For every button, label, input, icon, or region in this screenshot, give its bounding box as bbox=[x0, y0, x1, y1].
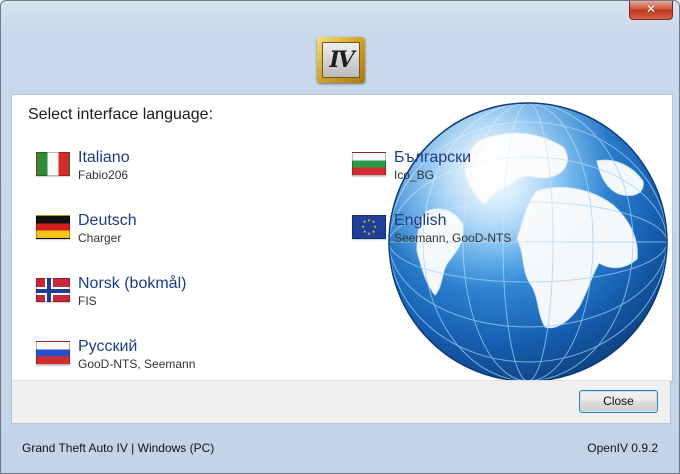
close-button[interactable]: Close bbox=[579, 390, 658, 413]
close-icon: ✕ bbox=[645, 2, 657, 16]
window-close-button[interactable]: ✕ bbox=[629, 1, 673, 20]
language-option-bulgarian[interactable]: Български Ico_BG bbox=[352, 148, 471, 183]
translator-credit: Seemann, GooD-NTS bbox=[394, 231, 512, 245]
version-label: OpenIV 0.9.2 bbox=[587, 441, 658, 455]
language-name: Deutsch bbox=[78, 212, 137, 229]
language-option-deutsch[interactable]: Deutsch Charger bbox=[36, 211, 137, 246]
language-name: Norsk (bokmål) bbox=[78, 275, 187, 292]
norway-flag-icon bbox=[36, 278, 70, 302]
germany-flag-icon bbox=[36, 215, 70, 239]
translator-credit: Ico_BG bbox=[394, 168, 435, 182]
russia-flag-icon bbox=[36, 341, 70, 365]
language-name: English bbox=[394, 212, 447, 229]
svg-text:★: ★ bbox=[367, 218, 371, 223]
page-title: Select interface language: bbox=[28, 106, 214, 123]
language-option-english[interactable]: ★ ★ ★ ★ ★ ★ ★ ★ English Seemann, GooD-NT… bbox=[352, 211, 511, 246]
translator-credit: FIS bbox=[78, 294, 97, 308]
logo-text: IV bbox=[322, 42, 360, 78]
language-name: Italiano bbox=[78, 149, 130, 166]
eu-flag-icon: ★ ★ ★ ★ ★ ★ ★ ★ bbox=[352, 215, 386, 239]
language-name: Български bbox=[394, 149, 472, 166]
svg-text:★: ★ bbox=[361, 224, 365, 229]
svg-text:★: ★ bbox=[372, 229, 376, 234]
italy-flag-icon bbox=[36, 152, 70, 176]
translator-credit: Fabio206 bbox=[78, 168, 129, 182]
svg-text:★: ★ bbox=[367, 231, 371, 236]
language-option-norsk[interactable]: Norsk (bokmål) FIS bbox=[36, 274, 186, 309]
translator-credit: Charger bbox=[78, 231, 122, 245]
svg-text:★: ★ bbox=[363, 219, 367, 224]
openiv-logo-icon: IV bbox=[317, 37, 365, 83]
game-platform-label: Grand Theft Auto IV | Windows (PC) bbox=[22, 441, 215, 455]
language-panel: Select interface language: Italiano Fabi… bbox=[11, 94, 673, 381]
language-name: Русский bbox=[78, 338, 138, 355]
translator-credit: GooD-NTS, Seemann bbox=[78, 357, 196, 371]
dialog-window: ✕ IV Select interface language: Italiano… bbox=[0, 0, 680, 474]
language-option-russian[interactable]: Русский GooD-NTS, Seemann bbox=[36, 337, 195, 372]
svg-text:★: ★ bbox=[363, 229, 367, 234]
bulgaria-flag-icon bbox=[352, 152, 386, 176]
language-option-italiano[interactable]: Italiano Fabio206 bbox=[36, 148, 130, 183]
button-bar: Close bbox=[11, 380, 671, 424]
